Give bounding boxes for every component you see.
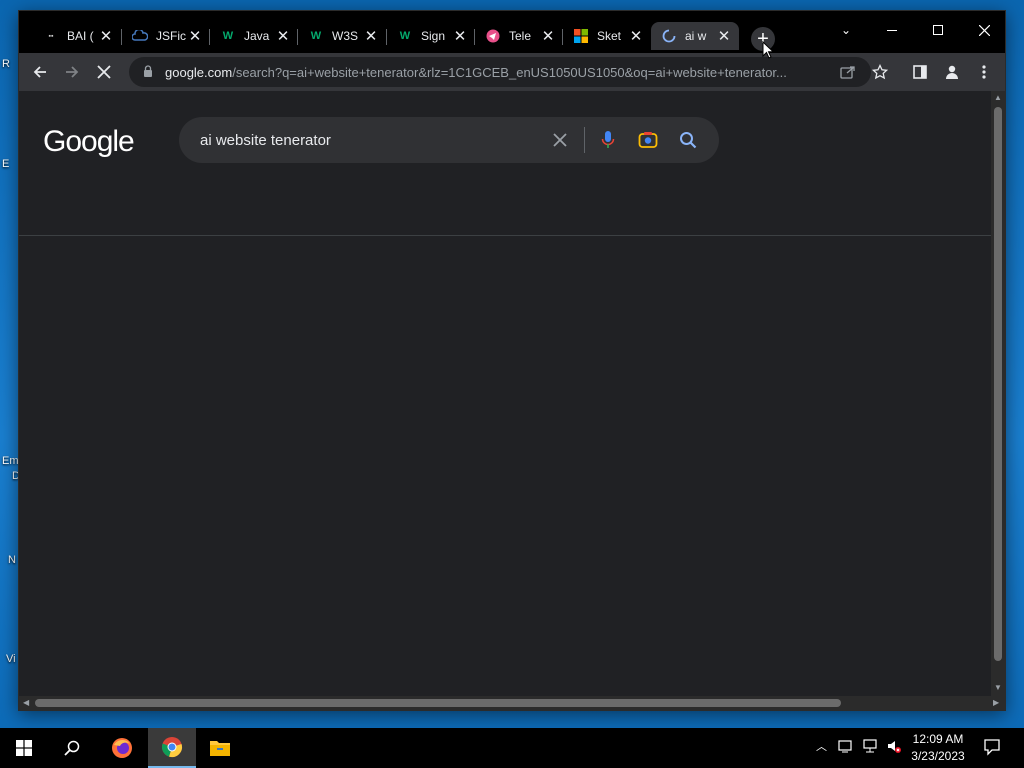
w3schools-icon: W — [310, 30, 322, 42]
tab-sketch[interactable]: Sket ✕ — [563, 22, 651, 50]
stop-loading-button[interactable] — [91, 59, 117, 85]
close-icon[interactable]: ✕ — [186, 27, 204, 45]
tab-search-icon[interactable]: ⌄ — [823, 15, 869, 45]
desktop-icon-label[interactable]: N — [8, 554, 16, 566]
ethernet-icon[interactable] — [862, 738, 878, 757]
forward-button[interactable] — [59, 59, 85, 85]
tab-title: Sign — [421, 29, 446, 43]
browser-window: ▪▪ BAI ( ✕ JSFic ✕ W Java ✕ W W3S ✕ W Si… — [18, 10, 1006, 711]
tab-title: Sket — [597, 29, 622, 43]
profile-icon[interactable] — [939, 59, 965, 85]
search-icon[interactable] — [677, 129, 699, 151]
tab-title: Tele — [509, 29, 532, 43]
brand-icon: ▪▪ — [48, 32, 54, 40]
desktop-icon-label[interactable]: Vi — [6, 653, 16, 665]
close-icon[interactable]: ✕ — [451, 27, 469, 45]
search-divider — [584, 127, 585, 153]
w3schools-icon: W — [399, 30, 411, 42]
tab-w3s[interactable]: W W3S ✕ — [298, 22, 386, 50]
firefox-icon[interactable] — [98, 728, 146, 768]
url-host: google.com — [165, 64, 233, 80]
loading-spinner-icon — [661, 28, 677, 44]
google-logo[interactable]: Google — [43, 125, 135, 159]
notification-center-icon[interactable] — [983, 738, 1001, 759]
tab-title: W3S — [332, 29, 359, 43]
address-bar[interactable]: google.com /search?q=ai+website+tenerato… — [129, 57, 871, 87]
scroll-up-arrow-icon[interactable]: ▲ — [994, 93, 1002, 102]
horizontal-scroll-thumb[interactable] — [35, 699, 841, 707]
clock-date: 3/23/2023 — [911, 749, 965, 763]
close-icon[interactable]: ✕ — [539, 27, 557, 45]
search-input[interactable]: ai website tenerator — [179, 117, 719, 163]
tab-telegram[interactable]: Tele ✕ — [475, 22, 563, 50]
bookmark-star-icon[interactable] — [867, 59, 893, 85]
tab-ai-website[interactable]: ai w ✕ — [651, 22, 739, 50]
horizontal-scrollbar[interactable]: ◀ ▶ — [19, 696, 1005, 710]
close-icon[interactable]: ✕ — [362, 27, 380, 45]
search-icon[interactable] — [48, 728, 96, 768]
scroll-right-arrow-icon[interactable]: ▶ — [993, 698, 999, 707]
tab-java[interactable]: W Java ✕ — [210, 22, 298, 50]
camera-lens-icon[interactable] — [637, 129, 659, 151]
vertical-scroll-thumb[interactable] — [994, 107, 1002, 661]
tab-title: Java — [244, 29, 270, 43]
show-hidden-icons-chevron-icon[interactable]: ︿ — [816, 738, 827, 754]
tab-sign[interactable]: W Sign ✕ — [387, 22, 475, 50]
close-window-button[interactable] — [961, 15, 1007, 45]
tab-title: BAI ( — [67, 29, 94, 43]
jsfiddle-icon — [132, 28, 148, 44]
chrome-icon[interactable] — [148, 728, 196, 768]
search-query[interactable]: ai website tenerator — [200, 132, 331, 149]
close-icon[interactable]: ✕ — [97, 27, 115, 45]
vertical-scrollbar[interactable]: ▲ ▼ — [991, 91, 1005, 696]
side-panel-icon[interactable] — [907, 59, 933, 85]
menu-kebab-icon[interactable] — [971, 59, 997, 85]
file-explorer-icon[interactable] — [196, 728, 244, 768]
close-icon[interactable]: ✕ — [715, 27, 733, 45]
tab-bai[interactable]: ▪▪ BAI ( ✕ — [33, 22, 121, 50]
system-clock[interactable]: 12:09 AM 3/23/2023 — [898, 731, 978, 765]
url-path: /search?q=ai+website+tenerator&rlz=1C1GC… — [232, 64, 787, 80]
desktop-icon-label[interactable]: Em — [2, 455, 19, 467]
w3schools-icon: W — [222, 30, 234, 42]
scroll-down-arrow-icon[interactable]: ▼ — [994, 683, 1002, 692]
maximize-button[interactable] — [915, 15, 961, 45]
clock-time: 12:09 AM — [912, 732, 964, 746]
tab-strip: ▪▪ BAI ( ✕ JSFic ✕ W Java ✕ W W3S ✕ W Si… — [19, 11, 1005, 53]
taskbar: ︿ 12:09 AM 3/23/2023 — [0, 728, 1024, 768]
browser-toolbar: google.com /search?q=ai+website+tenerato… — [19, 53, 1005, 91]
microphone-icon[interactable] — [597, 129, 619, 151]
tab-title: JSFic — [156, 29, 186, 43]
header-divider — [19, 235, 991, 236]
google-results-page: Google ai website tenerator — [19, 91, 991, 696]
close-icon[interactable]: ✕ — [274, 27, 292, 45]
lock-icon[interactable] — [143, 64, 155, 80]
mouse-cursor-icon — [762, 41, 774, 59]
back-button[interactable] — [27, 59, 53, 85]
network-status-icon[interactable] — [838, 738, 854, 757]
telegram-icon — [485, 28, 501, 44]
microsoft-icon — [573, 28, 589, 44]
close-icon[interactable]: ✕ — [627, 27, 645, 45]
desktop-icon-label[interactable]: E — [2, 158, 9, 170]
scroll-left-arrow-icon[interactable]: ◀ — [23, 698, 29, 707]
desktop-icon-label[interactable]: R — [2, 58, 10, 70]
windows-start-icon[interactable] — [0, 728, 48, 768]
tab-jsfiddle[interactable]: JSFic ✕ — [122, 22, 210, 50]
clear-search-icon[interactable] — [549, 129, 571, 151]
share-icon[interactable] — [835, 59, 861, 85]
minimize-button[interactable] — [869, 15, 915, 45]
tab-title: ai w — [685, 29, 707, 43]
